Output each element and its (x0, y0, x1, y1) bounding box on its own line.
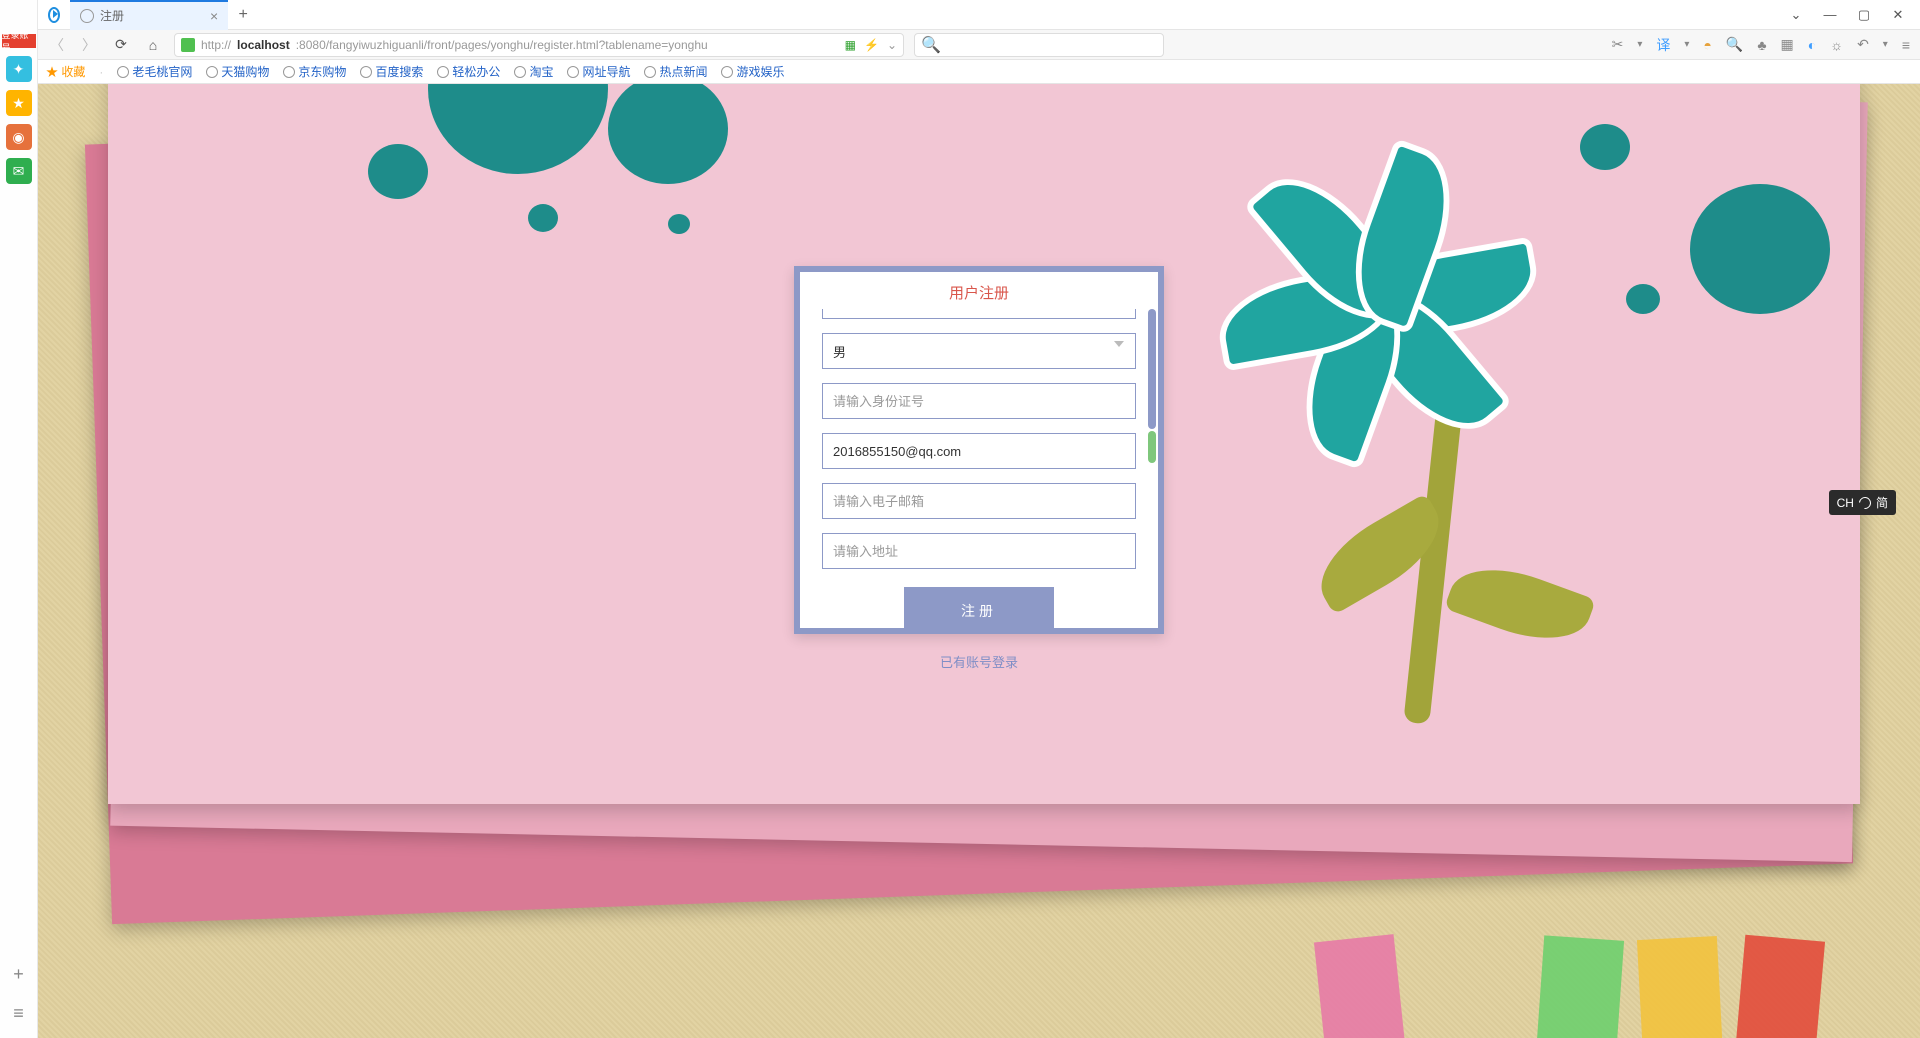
bookmark-link[interactable]: 淘宝 (514, 63, 553, 80)
bookmark-link[interactable]: 游戏娱乐 (721, 63, 784, 80)
ink-splash-icon (1690, 184, 1830, 314)
flash-icon[interactable]: ⚡ (864, 38, 879, 52)
ime-indicator[interactable]: CH 简 (1829, 490, 1896, 515)
bookmark-link[interactable]: 网址导航 (567, 63, 630, 80)
win-pin-icon[interactable]: ⌄ (1788, 7, 1804, 23)
sidebar-icon-weibo[interactable]: ◉ (6, 124, 32, 150)
globe-icon (567, 66, 579, 78)
close-icon[interactable]: × (210, 8, 218, 24)
titlebar: 注册 × + ⌄ — ▢ ✕ (0, 0, 1920, 30)
win-min-icon[interactable]: — (1822, 7, 1838, 23)
sticky-tab-icon (1637, 936, 1723, 1038)
nav-home-icon[interactable]: ⌂ (142, 34, 164, 56)
favorites-star-icon[interactable]: ★ 收藏 (46, 63, 85, 80)
globe-icon (283, 66, 295, 78)
qr-icon[interactable]: ▦ (845, 38, 856, 52)
chevron-down-icon[interactable]: ⌄ (887, 38, 897, 52)
new-tab-button[interactable]: + (228, 6, 258, 24)
page-viewport: 用户注册 注册 已有账号登录 CH 简 (38, 84, 1920, 1038)
url-host: localhost (237, 38, 290, 52)
globe-icon (117, 66, 129, 78)
sticky-tab-icon (1536, 935, 1624, 1038)
address-input[interactable] (822, 533, 1136, 569)
globe-icon (206, 66, 218, 78)
ime-lang: CH (1837, 496, 1854, 510)
nav-reload-icon[interactable]: ⟳ (110, 34, 132, 56)
search-input[interactable]: 🔍 (914, 33, 1164, 57)
url-prefix: http:// (201, 38, 231, 52)
sun-icon[interactable]: ☼ (1830, 37, 1843, 53)
tab-register[interactable]: 注册 × (70, 0, 228, 30)
bookmark-link[interactable]: 老毛桃官网 (117, 63, 192, 80)
bookmark-link[interactable]: 天猫购物 (206, 63, 269, 80)
bookmark-link[interactable]: 热点新闻 (644, 63, 707, 80)
ink-splash-icon (668, 214, 690, 234)
sidebar-add-icon[interactable]: + (13, 964, 24, 985)
shield2-icon[interactable]: ◓ (1703, 37, 1711, 53)
bookmarks-bar: ★ 收藏 · 老毛桃官网 天猫购物 京东购物 百度搜索 轻松办公 淘宝 网址导航… (0, 60, 1920, 84)
globe-icon (721, 66, 733, 78)
globe-icon (437, 66, 449, 78)
tab-blank[interactable] (38, 0, 70, 30)
grid-icon[interactable]: ▦ (1781, 36, 1794, 53)
tab-title: 注册 (100, 7, 124, 24)
ink-splash-icon (528, 204, 558, 232)
scissors-icon[interactable]: ✂ (1612, 36, 1624, 53)
translate-icon[interactable]: 译 (1656, 35, 1670, 55)
idcard-input[interactable] (822, 383, 1136, 419)
sidebar-icon-mail[interactable]: ✉ (6, 158, 32, 184)
globe-icon (80, 9, 94, 23)
nav-forward-icon[interactable]: 〉 (78, 34, 100, 56)
sidebar-icon-star[interactable]: ★ (6, 90, 32, 116)
sidebar-menu-icon[interactable]: ≡ (13, 1003, 24, 1024)
globe2-icon[interactable]: ◐ (1808, 37, 1816, 53)
gender-select[interactable] (822, 333, 1136, 369)
clipped-field-bottom[interactable] (822, 309, 1136, 319)
win-max-icon[interactable]: ▢ (1856, 7, 1872, 23)
search2-icon[interactable]: 🔍 (1726, 36, 1743, 53)
login-link[interactable]: 已有账号登录 (940, 652, 1018, 671)
app-sidebar: 登录账号 ✦ ★ ◉ ✉ + ≡ (0, 0, 38, 1038)
puzzle-icon[interactable]: ♣ (1757, 37, 1766, 53)
sidebar-icon-share[interactable]: ✦ (6, 56, 32, 82)
register-title: 用户注册 (800, 272, 1158, 309)
email-input[interactable] (822, 483, 1136, 519)
shield-icon (181, 38, 195, 52)
url-rest: :8080/fangyiwuzhiguanli/front/pages/yong… (296, 38, 708, 52)
nav-back-icon[interactable]: 〈 (46, 34, 68, 56)
login-badge[interactable]: 登录账号 (2, 34, 36, 48)
globe-icon (514, 66, 526, 78)
url-bar-row: 〈 〉 ⟳ ⌂ http:// localhost :8080/fangyiwuzh… (0, 30, 1920, 60)
sticky-tab-icon (1314, 934, 1406, 1038)
flower-illustration (1220, 104, 1680, 664)
bookmark-link[interactable]: 京东购物 (283, 63, 346, 80)
bookmark-link[interactable]: 百度搜索 (360, 63, 423, 80)
url-input[interactable]: http:// localhost :8080/fangyiwuzhiguanli/… (174, 33, 904, 57)
register-card: 用户注册 注册 (794, 266, 1164, 634)
scroll-thumb[interactable] (1148, 309, 1156, 429)
ink-splash-icon (368, 144, 428, 199)
phone-input[interactable] (822, 433, 1136, 469)
undo-icon[interactable]: ↶ (1857, 36, 1869, 53)
card-scrollbar[interactable] (1148, 309, 1156, 628)
ime-mode: 简 (1876, 494, 1888, 511)
win-close-icon[interactable]: ✕ (1890, 7, 1906, 23)
ink-splash-icon (428, 84, 608, 174)
scroll-thumb-alt[interactable] (1148, 431, 1156, 463)
moon-icon (1857, 494, 1874, 511)
globe-icon (644, 66, 656, 78)
bookmark-link[interactable]: 轻松办公 (437, 63, 500, 80)
register-button[interactable]: 注册 (904, 587, 1054, 628)
sticky-tab-icon (1735, 935, 1825, 1038)
ink-splash-icon (608, 84, 728, 184)
search-icon: 🔍 (921, 35, 941, 55)
globe-icon (360, 66, 372, 78)
menu-icon[interactable]: ≡ (1902, 37, 1910, 53)
